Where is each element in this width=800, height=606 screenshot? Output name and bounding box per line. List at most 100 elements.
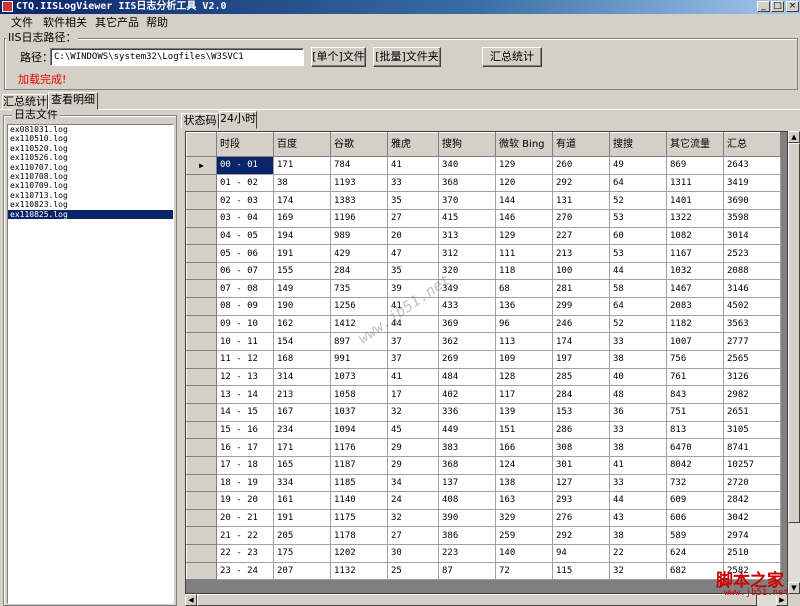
table-cell[interactable]: 58	[609, 279, 667, 299]
table-cell[interactable]: 96	[495, 314, 553, 334]
row-header[interactable]	[186, 297, 217, 316]
table-cell[interactable]: 286	[552, 420, 610, 440]
scroll-left-icon[interactable]: ◀	[185, 594, 197, 606]
row-header[interactable]	[186, 332, 217, 352]
table-cell[interactable]: 146	[495, 208, 553, 228]
table-cell[interactable]: 136	[495, 297, 553, 316]
table-cell[interactable]: 1412	[330, 314, 388, 334]
table-cell[interactable]: 869	[666, 156, 724, 175]
table-cell[interactable]: 1256	[330, 297, 388, 316]
table-cell[interactable]: 166	[495, 438, 553, 457]
table-cell[interactable]: 27	[387, 208, 439, 228]
table-row[interactable]: 16 - 17 171 1176 29 383 166 308 38 6470 8741	[186, 438, 781, 457]
summary-stats-button[interactable]: 汇总统计	[482, 47, 542, 67]
table-cell[interactable]: 370	[438, 191, 496, 210]
table-cell[interactable]: 23 - 24	[216, 561, 274, 581]
row-header[interactable]	[186, 279, 217, 299]
table-cell[interactable]: 137	[438, 473, 496, 493]
row-header[interactable]	[186, 526, 217, 546]
table-cell[interactable]: 735	[330, 279, 388, 299]
column-header[interactable]: 百度	[273, 132, 331, 157]
table-cell[interactable]: 45	[387, 420, 439, 440]
table-cell[interactable]: 175	[273, 544, 331, 563]
table-cell[interactable]: 53	[609, 244, 667, 263]
table-cell[interactable]: 756	[666, 350, 724, 369]
table-cell[interactable]: 140	[495, 544, 553, 563]
table-cell[interactable]: 24	[387, 491, 439, 510]
table-cell[interactable]: 991	[330, 350, 388, 369]
row-header[interactable]	[186, 385, 217, 404]
table-row[interactable]: 05 - 06 191 429 47 312 111 213 53 1167 2523	[186, 244, 781, 263]
table-cell[interactable]: 64	[609, 173, 667, 193]
table-cell[interactable]: 3146	[723, 279, 781, 299]
tab-detail[interactable]: 查看明细	[48, 92, 98, 110]
table-cell[interactable]: 1178	[330, 526, 388, 546]
column-header[interactable]: 其它流量	[666, 132, 724, 157]
table-cell[interactable]: 162	[273, 314, 331, 334]
table-cell[interactable]: 37	[387, 350, 439, 369]
table-cell[interactable]: 368	[438, 173, 496, 193]
table-cell[interactable]: 87	[438, 561, 496, 581]
table-cell[interactable]: 3563	[723, 314, 781, 334]
table-cell[interactable]: 20	[387, 226, 439, 246]
table-cell[interactable]: 989	[330, 226, 388, 246]
maximize-button[interactable]: □	[771, 1, 784, 12]
table-cell[interactable]: 191	[273, 244, 331, 263]
table-cell[interactable]: 2523	[723, 244, 781, 263]
table-cell[interactable]: 129	[495, 156, 553, 175]
row-header[interactable]	[186, 191, 217, 210]
table-cell[interactable]: 349	[438, 279, 496, 299]
table-row[interactable]: 20 - 21 191 1175 32 390 329 276 43 606 3042	[186, 508, 781, 528]
table-row[interactable]: 12 - 13 314 1073 41 484 128 285 40 761 3126	[186, 367, 781, 387]
log-file-item[interactable]: ex110823.log	[8, 200, 173, 209]
log-file-item[interactable]: ex110708.log	[8, 172, 173, 181]
table-cell[interactable]: 368	[438, 455, 496, 475]
table-cell[interactable]: 624	[666, 544, 724, 563]
table-cell[interactable]: 246	[552, 314, 610, 334]
row-header[interactable]	[186, 544, 217, 563]
table-cell[interactable]: 13 - 14	[216, 385, 274, 404]
table-cell[interactable]: 155	[273, 261, 331, 281]
table-cell[interactable]: 38	[609, 350, 667, 369]
menu-file[interactable]: 文件	[11, 14, 33, 31]
table-cell[interactable]: 47	[387, 244, 439, 263]
table-cell[interactable]: 129	[495, 226, 553, 246]
table-cell[interactable]: 402	[438, 385, 496, 404]
table-cell[interactable]: 408	[438, 491, 496, 510]
row-header[interactable]	[186, 473, 217, 493]
tab-status-code[interactable]: 状态码	[181, 113, 219, 129]
table-cell[interactable]: 2088	[723, 261, 781, 281]
table-cell[interactable]: 10257	[723, 455, 781, 475]
path-input[interactable]: C:\WINDOWS\system32\Logfiles\W3SVC1	[50, 48, 304, 66]
table-cell[interactable]: 17 - 18	[216, 455, 274, 475]
table-cell[interactable]: 53	[609, 208, 667, 228]
table-row[interactable]: 15 - 16 234 1094 45 449 151 286 33 813 3105	[186, 420, 781, 440]
table-cell[interactable]: 3419	[723, 173, 781, 193]
title-bar[interactable]: CTQ.IISLogViewer IIS日志分析工具 V2.0 _ □ ×	[0, 0, 800, 14]
table-row[interactable]: 13 - 14 213 1058 17 402 117 284 48 843 2982	[186, 385, 781, 404]
table-cell[interactable]: 313	[438, 226, 496, 246]
table-cell[interactable]: 19 - 20	[216, 491, 274, 510]
table-cell[interactable]: 29	[387, 455, 439, 475]
table-cell[interactable]: 292	[552, 173, 610, 193]
table-cell[interactable]: 48	[609, 385, 667, 404]
table-cell[interactable]: 27	[387, 526, 439, 546]
table-cell[interactable]: 1182	[666, 314, 724, 334]
table-cell[interactable]: 33	[387, 173, 439, 193]
column-header[interactable]: 有道	[552, 132, 610, 157]
log-file-list[interactable]: ex081031.log ex110510.log ex110520.log e…	[7, 124, 174, 604]
table-cell[interactable]: 6470	[666, 438, 724, 457]
table-row[interactable]: 11 - 12 168 991 37 269 109 197 38 756 2565	[186, 350, 781, 369]
table-cell[interactable]: 205	[273, 526, 331, 546]
table-cell[interactable]: 168	[273, 350, 331, 369]
table-cell[interactable]: 1140	[330, 491, 388, 510]
table-cell[interactable]: 171	[273, 156, 331, 175]
table-cell[interactable]: 44	[387, 314, 439, 334]
table-cell[interactable]: 213	[273, 385, 331, 404]
table-cell[interactable]: 41	[387, 156, 439, 175]
table-cell[interactable]: 64	[609, 297, 667, 316]
table-cell[interactable]: 484	[438, 367, 496, 387]
table-row[interactable]: 02 - 03 174 1383 35 370 144 131 52 1401 3690	[186, 191, 781, 210]
row-header[interactable]	[186, 314, 217, 334]
table-cell[interactable]: 30	[387, 544, 439, 563]
